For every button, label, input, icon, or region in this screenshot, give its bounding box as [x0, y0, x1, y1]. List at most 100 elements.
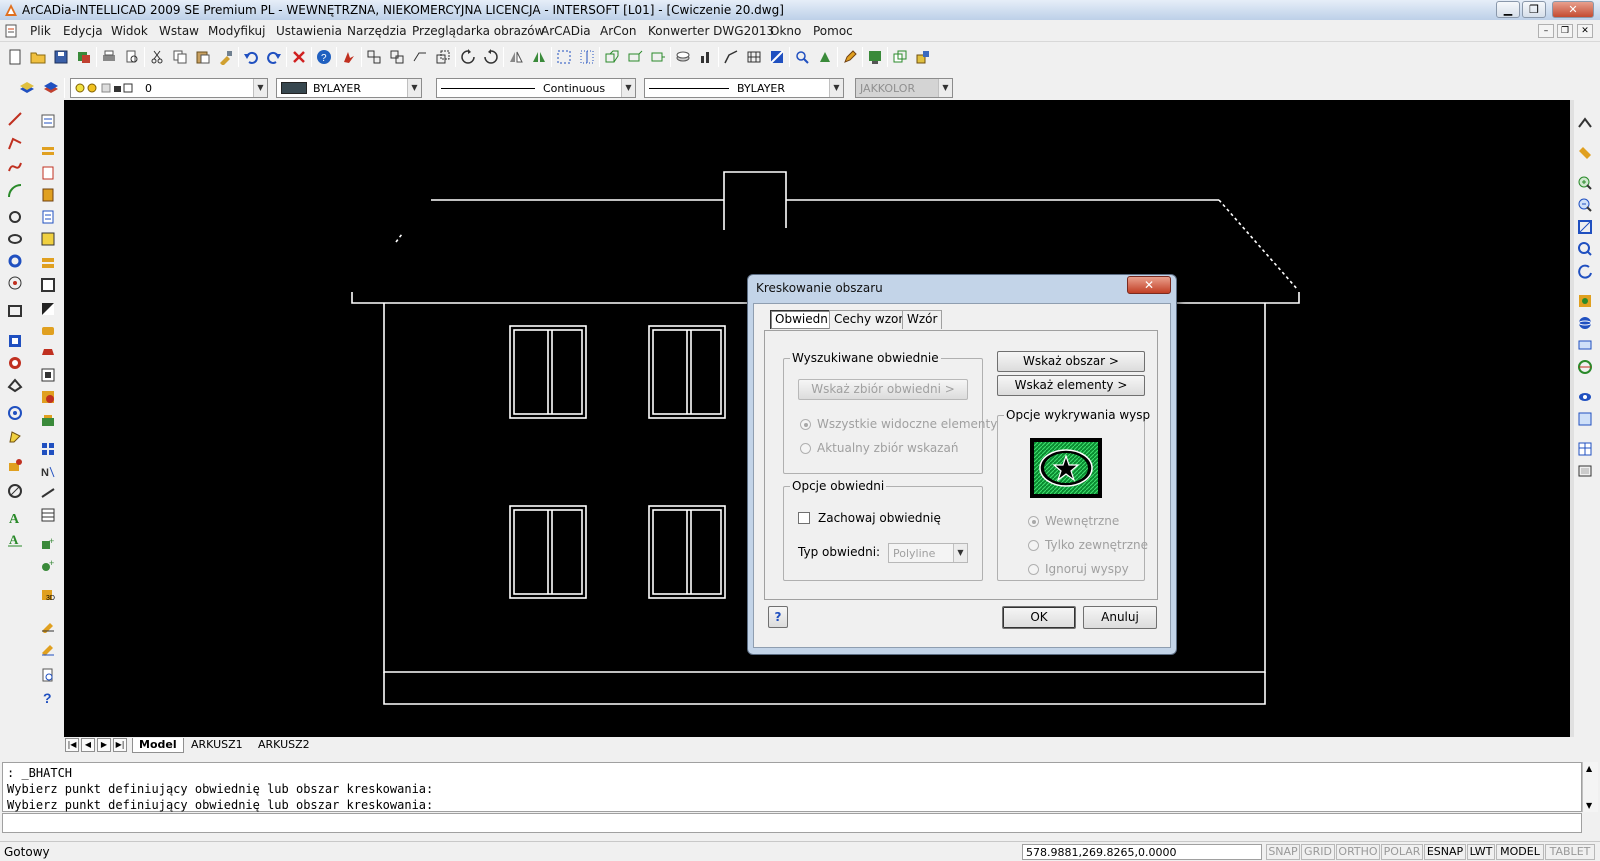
shade-icon[interactable]	[1574, 386, 1596, 408]
menu-plik[interactable]: Plik	[30, 24, 51, 38]
radio-inner-islands[interactable]: Wewnętrzne	[1028, 514, 1119, 528]
leader-tool-icon[interactable]	[37, 482, 59, 504]
scroll-down-icon[interactable]: ▼	[1586, 801, 1592, 810]
ok-button[interactable]: OK	[1002, 606, 1076, 629]
canvas-scrollbar[interactable]	[1570, 100, 1574, 737]
radio-ignore-islands[interactable]: Ignoruj wyspy	[1028, 562, 1129, 576]
arc-icon[interactable]	[4, 180, 26, 202]
new-file-icon[interactable]	[4, 46, 26, 68]
document-restore-button[interactable]: ❐	[1557, 24, 1573, 38]
measure-icon[interactable]	[1574, 142, 1596, 164]
help-icon[interactable]: ?	[313, 46, 335, 68]
document-close-button[interactable]: ✕	[1577, 24, 1593, 38]
rotate-icon[interactable]	[457, 46, 479, 68]
window-maximize-button[interactable]: ❐	[1522, 1, 1546, 18]
select-window-icon[interactable]	[553, 46, 575, 68]
break-tool-icon[interactable]	[37, 364, 59, 386]
multiline-text-icon[interactable]: A	[4, 506, 26, 528]
viewpoint-icon[interactable]	[1574, 356, 1596, 378]
stretch-tool-icon[interactable]	[37, 298, 59, 320]
menu-wstaw[interactable]: Wstaw	[159, 24, 199, 38]
mirror-tool-icon[interactable]	[37, 162, 59, 184]
match-properties-icon[interactable]	[215, 46, 237, 68]
point-icon[interactable]	[4, 272, 26, 294]
line-tool-icon[interactable]	[601, 46, 623, 68]
frame-tool-icon[interactable]	[624, 46, 646, 68]
select-boundary-set-button[interactable]: Wskaż zbiór obwiedni >	[798, 379, 968, 400]
pencil-icon[interactable]	[839, 46, 861, 68]
tab-wzor[interactable]: Wzór	[902, 310, 943, 329]
fillet-tool-icon[interactable]	[37, 410, 59, 432]
status-mode-lwt[interactable]: LWT	[1467, 844, 1495, 860]
tab-arkusz2[interactable]: ARKUSZ2	[252, 738, 316, 753]
menu-arcadia[interactable]: ArCADia	[541, 24, 591, 38]
print-icon[interactable]	[98, 46, 120, 68]
menu-konwerter-dwg2013[interactable]: Konwerter DWG2013	[648, 24, 774, 38]
document-minimize-button[interactable]: –	[1538, 24, 1554, 38]
menu-modyfikuj[interactable]: Modyfikuj	[208, 24, 266, 38]
move-tool-icon[interactable]	[37, 228, 59, 250]
tab-model[interactable]: Model	[132, 738, 184, 753]
undo-icon[interactable]	[240, 46, 262, 68]
radio-all-visible[interactable]: Wszystkie widoczne elementy	[800, 417, 997, 431]
line-icon[interactable]	[4, 108, 26, 130]
ring-icon[interactable]	[4, 250, 26, 272]
single-text-icon[interactable]: A	[4, 528, 26, 550]
region-icon[interactable]	[4, 374, 26, 396]
window-minimize-button[interactable]: ▁	[1496, 1, 1520, 18]
named-views-icon[interactable]	[1574, 290, 1596, 312]
pick-elements-button[interactable]: Wskaż elementy >	[997, 375, 1145, 396]
pan-icon[interactable]	[1574, 112, 1596, 134]
status-mode-model[interactable]: MODEL	[1496, 844, 1544, 860]
render-icon[interactable]	[1574, 408, 1596, 430]
table-tool-icon[interactable]	[37, 504, 59, 526]
window-close-button[interactable]: ✕	[1552, 1, 1594, 18]
mirror-copy-icon[interactable]	[528, 46, 550, 68]
status-mode-snap[interactable]: SNAP	[1266, 844, 1300, 860]
status-mode-tablet[interactable]: TABLET	[1545, 844, 1595, 860]
copy-tool-icon[interactable]	[37, 140, 59, 162]
document-icon[interactable]	[4, 24, 18, 38]
select-grid-icon[interactable]	[576, 46, 598, 68]
redo-icon[interactable]	[263, 46, 285, 68]
copy-entity-icon[interactable]	[386, 46, 408, 68]
status-mode-esnap[interactable]: ESNAP	[1424, 844, 1466, 860]
tab-first-button[interactable]: |◀	[65, 738, 79, 752]
layer-previous-icon[interactable]	[40, 77, 62, 99]
properties-icon[interactable]	[37, 110, 59, 132]
color-combo[interactable]: BYLAYER ▼	[276, 78, 422, 98]
zoom-previous-icon[interactable]	[1574, 260, 1596, 282]
explode-icon[interactable]	[338, 46, 360, 68]
align-tool-icon[interactable]	[37, 438, 59, 460]
open-folder-icon[interactable]	[27, 46, 49, 68]
copy-icon[interactable]	[169, 46, 191, 68]
regen-icon[interactable]	[814, 46, 836, 68]
mirror-icon[interactable]	[505, 46, 527, 68]
attach-image-icon[interactable]	[864, 46, 886, 68]
ellipse-icon[interactable]	[4, 228, 26, 250]
boundary-type-select[interactable]: Polyline ▼	[888, 543, 968, 563]
delete-icon[interactable]	[288, 46, 310, 68]
menu-ustawienia[interactable]: Ustawienia	[276, 24, 342, 38]
menu-widok[interactable]: Widok	[111, 24, 148, 38]
viewports-icon[interactable]	[1574, 460, 1596, 482]
window-tile-icon[interactable]	[889, 46, 911, 68]
wipeout-icon[interactable]	[4, 402, 26, 424]
dimension-tool-icon[interactable]: N	[37, 460, 59, 482]
print-preview-icon[interactable]	[121, 46, 143, 68]
menu-pomoc[interactable]: Pomoc	[813, 24, 853, 38]
menu-edycja[interactable]: Edycja	[63, 24, 103, 38]
revcloud-icon[interactable]	[4, 426, 26, 448]
menu-arcon[interactable]: ArCon	[600, 24, 636, 38]
move-icon[interactable]	[363, 46, 385, 68]
array-tool-icon[interactable]	[37, 206, 59, 228]
keep-boundaries-checkbox[interactable]: Zachowaj obwiednię	[798, 511, 941, 525]
cancel-button[interactable]: Anuluj	[1083, 606, 1157, 629]
zoom-window-icon[interactable]	[1574, 216, 1596, 238]
zoom-realtime-icon[interactable]	[1574, 238, 1596, 260]
zoom-in-icon[interactable]	[1574, 172, 1596, 194]
help-button[interactable]: ?	[768, 606, 788, 628]
dialog-close-button[interactable]: ✕	[1127, 276, 1171, 294]
zoom-document-icon[interactable]	[37, 664, 59, 686]
zoom-object-icon[interactable]	[791, 46, 813, 68]
